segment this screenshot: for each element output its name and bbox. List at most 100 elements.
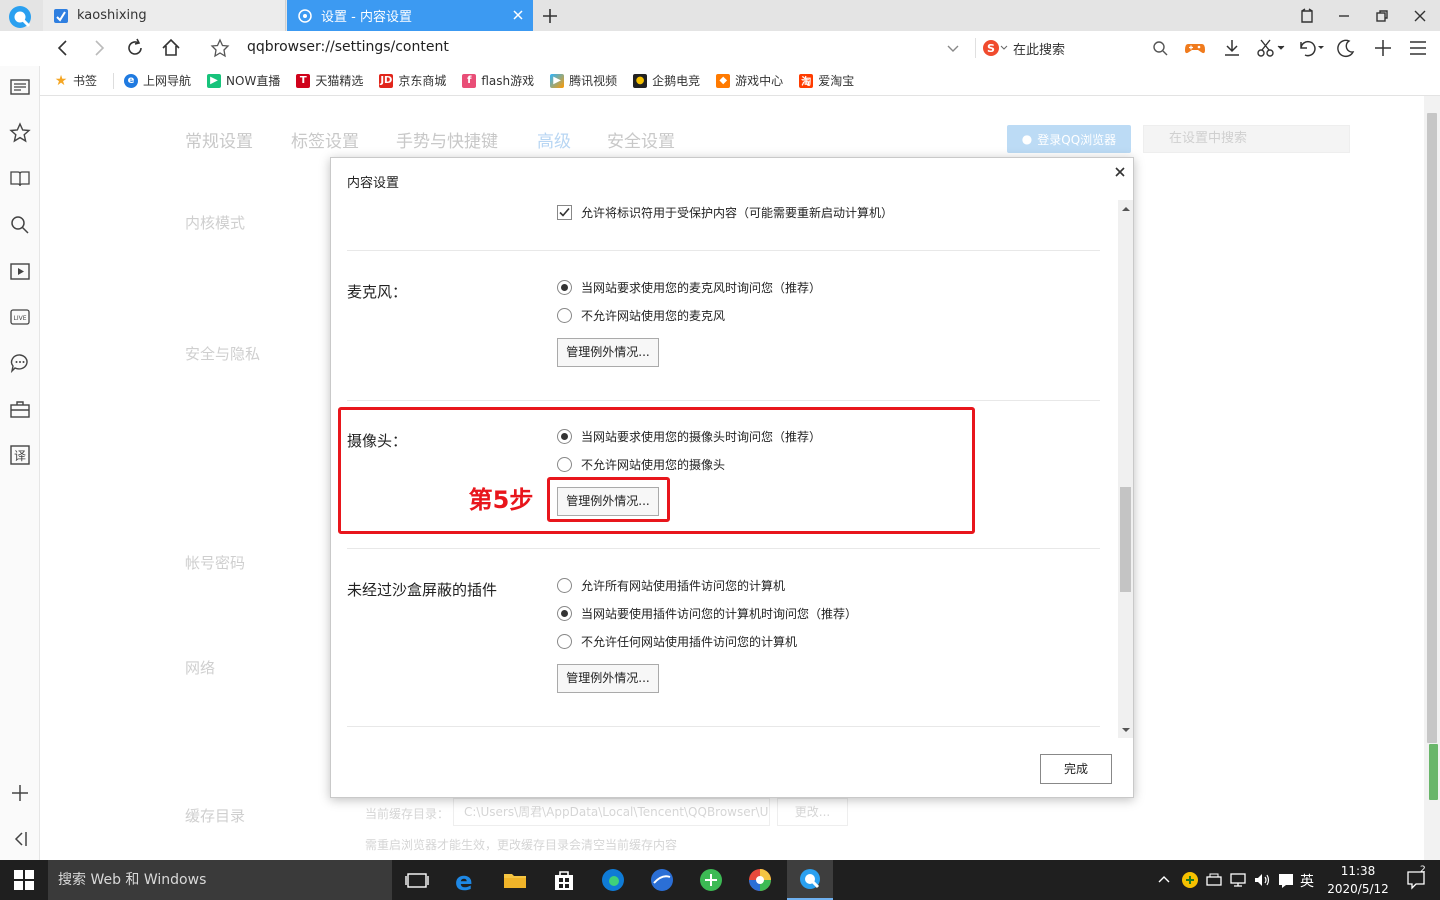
plugins-manage-exceptions-button[interactable]: 管理例外情况... — [557, 664, 659, 693]
bookmark-item[interactable]: 淘爱淘宝 — [799, 72, 854, 89]
collapse-sidebar-icon[interactable] — [9, 828, 31, 850]
download-icon[interactable] — [1222, 38, 1242, 58]
night-mode-moon-icon[interactable] — [1336, 38, 1356, 58]
radio-selected[interactable] — [557, 280, 572, 295]
page-scrollbar-thumb[interactable] — [1427, 113, 1437, 743]
search-box[interactable]: 在此搜索 — [1013, 39, 1065, 58]
notification-center-icon[interactable]: 2 — [1404, 865, 1430, 892]
gamepad-icon[interactable] — [1184, 38, 1206, 58]
translate-icon[interactable]: 译 — [9, 444, 31, 466]
qq-browser-logo-icon[interactable] — [6, 3, 34, 31]
colorful-app-icon[interactable] — [746, 866, 774, 894]
live-icon[interactable]: LIVE — [9, 306, 31, 328]
tray-app-icon[interactable] — [1181, 871, 1199, 889]
radio-unselected[interactable] — [557, 634, 572, 649]
radio-unselected[interactable] — [557, 308, 572, 323]
add-icon[interactable] — [1373, 38, 1393, 58]
settings-search-input[interactable]: 在设置中搜索 — [1143, 125, 1350, 153]
file-explorer-icon[interactable] — [501, 866, 529, 894]
network-icon[interactable] — [1229, 871, 1247, 889]
ime-pad-icon[interactable] — [1277, 871, 1295, 889]
green-app-icon[interactable] — [697, 866, 725, 894]
cache-path-input[interactable]: C:\Users\周君\AppData\Local\Tencent\QQBrow… — [453, 798, 770, 826]
app-sphere-icon[interactable] — [648, 866, 676, 894]
plugins-option-ask[interactable]: 当网站要使用插件访问您的计算机时询问您（推荐） — [557, 605, 857, 622]
search-icon[interactable] — [9, 214, 31, 236]
tab-security-settings[interactable]: 安全设置 — [607, 127, 675, 152]
microphone-manage-exceptions-button[interactable]: 管理例外情况... — [557, 338, 659, 367]
forward-icon[interactable] — [88, 37, 110, 59]
windows-start-icon[interactable] — [14, 870, 34, 890]
section-network: 网络 — [185, 659, 216, 677]
bookmark-item[interactable]: ▶ NOW直播 — [207, 72, 280, 89]
restore-icon[interactable] — [1372, 6, 1392, 26]
volume-icon[interactable] — [1253, 871, 1271, 889]
bookmark-item[interactable]: ◆ 游戏中心 — [716, 72, 783, 89]
edge-icon[interactable] — [599, 866, 627, 894]
url-text[interactable]: qqbrowser://settings/content — [247, 39, 449, 55]
bookmark-item[interactable]: T 天猫精选 — [296, 72, 363, 89]
bookmark-star-icon[interactable] — [9, 122, 31, 144]
plugins-option-deny[interactable]: 不允许任何网站使用插件访问您的计算机 — [557, 633, 797, 650]
bookmark-item[interactable]: JD 京东商城 — [379, 72, 446, 89]
dialog-scrollbar[interactable] — [1118, 200, 1133, 738]
microphone-option-deny[interactable]: 不允许网站使用您的麦克风 — [557, 307, 725, 324]
bookmark-item[interactable]: e 上网导航 — [124, 72, 191, 89]
qq-browser-taskbar-button[interactable] — [787, 860, 833, 900]
screenshot-scissors-icon[interactable] — [1256, 38, 1286, 58]
chevron-down-icon[interactable] — [945, 40, 961, 56]
tab-gestures-shortcuts[interactable]: 手势与快捷键 — [396, 127, 498, 152]
bookmark-item[interactable]: ● 企鹅电竞 — [633, 72, 700, 89]
protected-content-checkbox-row[interactable]: 允许将标识符用于受保护内容（可能需要重新启动计算机） — [557, 204, 893, 221]
change-cache-button[interactable]: 更改... — [777, 798, 848, 826]
reload-icon[interactable] — [124, 37, 146, 59]
chevron-up-icon[interactable] — [1157, 872, 1171, 886]
taskbar-search-input[interactable]: 搜索 Web 和 Windows — [48, 860, 392, 900]
tab-kaoshixing[interactable]: kaoshixing — [43, 0, 286, 31]
close-tab-icon[interactable] — [511, 8, 525, 22]
tab-settings-content[interactable]: 设置 - 内容设置 — [287, 0, 533, 31]
back-icon[interactable] — [52, 37, 74, 59]
toolbox-icon[interactable] — [9, 398, 31, 420]
scroll-up-arrow-icon[interactable] — [1121, 204, 1131, 214]
book-icon[interactable] — [9, 168, 31, 190]
plugins-option-allow[interactable]: 允许所有网站使用插件访问您的计算机 — [557, 577, 785, 594]
undo-close-icon[interactable] — [1295, 38, 1327, 60]
tray-network-drive-icon[interactable] — [1205, 871, 1223, 889]
taskbar-clock[interactable]: 11:38 2020/5/12 — [1320, 862, 1396, 898]
chat-icon[interactable] — [9, 352, 31, 374]
favorite-star-icon[interactable] — [209, 37, 231, 59]
add-icon[interactable] — [9, 782, 31, 804]
close-dialog-icon[interactable] — [1112, 164, 1128, 180]
bookmark-item-bookmarks[interactable]: ★ 书签 — [54, 72, 97, 89]
divider — [975, 38, 976, 58]
minimize-icon[interactable] — [1334, 6, 1354, 26]
new-tab-icon[interactable] — [540, 6, 560, 26]
dialog-scrollbar-thumb[interactable] — [1120, 487, 1131, 592]
scroll-down-arrow-icon[interactable] — [1121, 725, 1131, 735]
radio-unselected[interactable] — [557, 578, 572, 593]
edge-legacy-icon[interactable]: e — [452, 866, 480, 894]
checkbox-checked[interactable] — [557, 205, 572, 220]
microphone-option-ask[interactable]: 当网站要求使用您的麦克风时询问您（推荐） — [557, 279, 821, 296]
done-button[interactable]: 完成 — [1040, 754, 1112, 784]
video-player-icon[interactable] — [9, 260, 31, 282]
tab-tab-settings[interactable]: 标签设置 — [291, 127, 359, 152]
store-icon[interactable] — [550, 866, 578, 894]
input-method-indicator[interactable]: 英 — [1300, 871, 1314, 891]
skin-icon[interactable] — [1297, 6, 1317, 26]
login-qq-browser-button[interactable]: ● 登录QQ浏览器 — [1007, 125, 1131, 153]
tab-advanced[interactable]: 高级 — [537, 127, 571, 152]
bookmark-item[interactable]: ▶ 腾讯视频 — [550, 72, 617, 89]
task-view-icon[interactable] — [403, 866, 431, 894]
news-icon[interactable] — [9, 76, 31, 98]
tab-general-settings[interactable]: 常规设置 — [185, 127, 253, 152]
close-window-icon[interactable] — [1410, 6, 1430, 26]
radio-selected[interactable] — [557, 606, 572, 621]
cache-label: 当前缓存目录： — [365, 807, 450, 821]
search-icon[interactable] — [1152, 40, 1168, 56]
search-engine-sogou-icon[interactable]: S — [982, 39, 1008, 57]
home-icon[interactable] — [160, 37, 182, 59]
bookmark-item[interactable]: f flash游戏 — [462, 72, 534, 89]
menu-icon[interactable] — [1408, 38, 1428, 58]
